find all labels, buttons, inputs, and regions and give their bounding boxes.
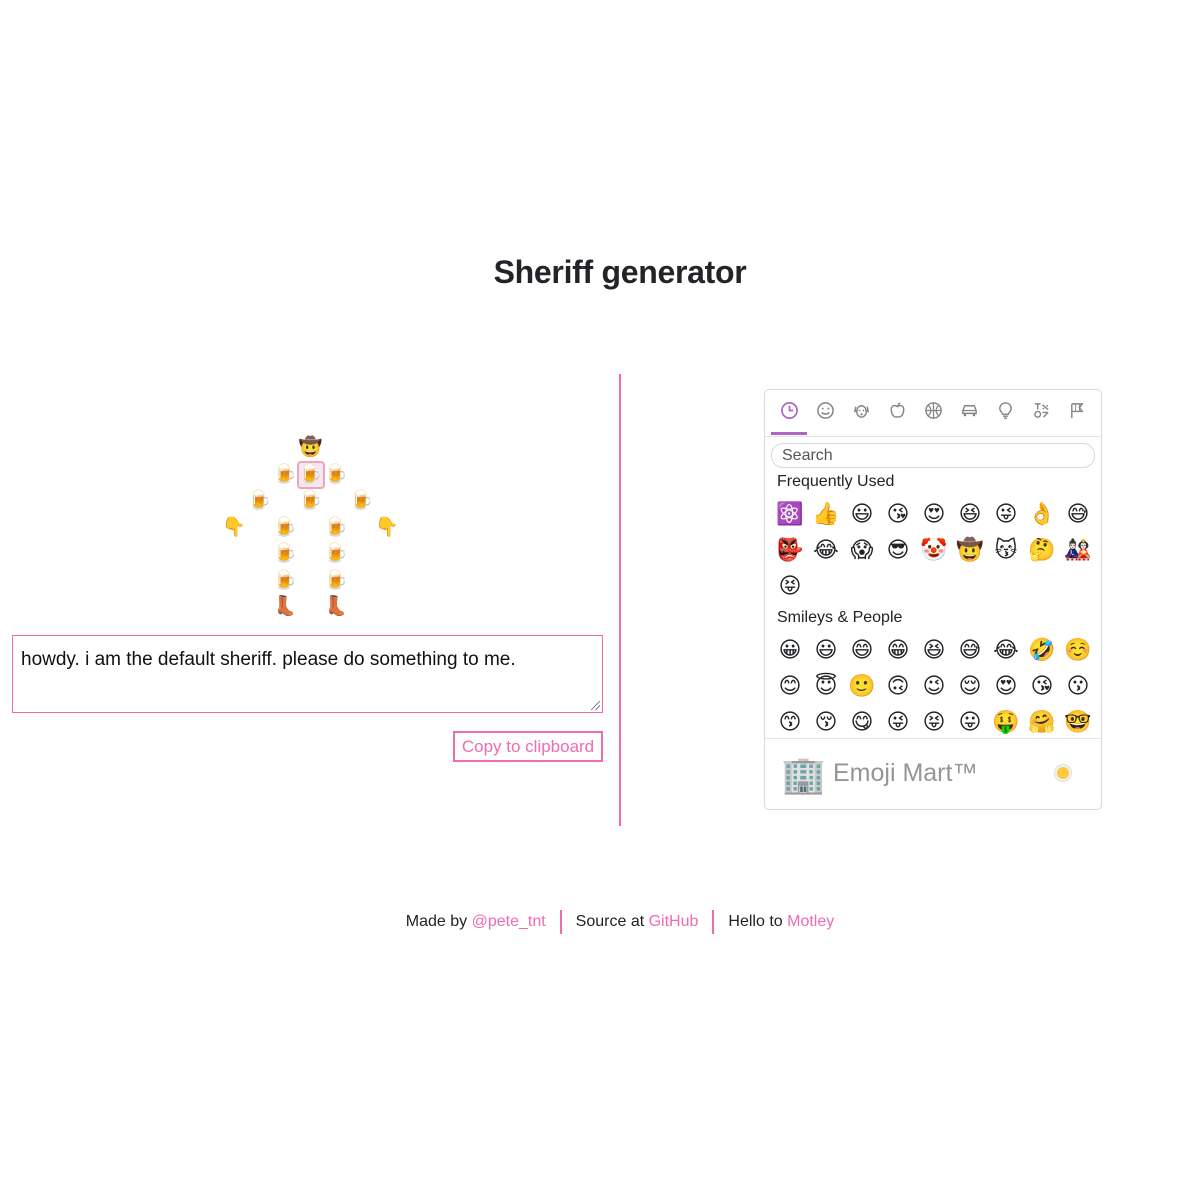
symbols-icon[interactable]	[1030, 401, 1052, 423]
emoji-option[interactable]: 😝	[916, 704, 952, 740]
emoji-option[interactable]: ⚛️	[772, 496, 808, 532]
emoji-option[interactable]: 😇	[808, 668, 844, 704]
emoji-option[interactable]: 😜	[880, 704, 916, 740]
sheriff-body-cell: 🍺	[349, 490, 374, 511]
copy-to-clipboard-button[interactable]: Copy to clipboard	[453, 731, 603, 762]
emoji-option[interactable]: 🤓	[1060, 704, 1096, 740]
emoji-option[interactable]: 🎎	[1060, 532, 1096, 568]
picker-preview: 🏢 Emoji Mart™	[765, 738, 1101, 809]
clock-icon[interactable]	[778, 401, 800, 423]
sheriff-body-cell: 🍺	[298, 490, 323, 511]
frequently-used-title: Frequently Used	[777, 473, 895, 490]
emoji-option[interactable]: 😃	[808, 632, 844, 668]
resize-grip-icon[interactable]	[591, 701, 600, 710]
footer-made-by: Made by @pete_tnt	[392, 913, 560, 931]
emoji-option[interactable]: 😂	[988, 632, 1024, 668]
objects-icon[interactable]	[994, 401, 1016, 423]
sheriff-body-cell: 🍺	[273, 569, 297, 591]
active-category-indicator	[771, 432, 807, 435]
emoji-option[interactable]: 😝	[772, 568, 808, 604]
emoji-option[interactable]: 🤔	[1024, 532, 1060, 568]
skin-tone-selector[interactable]	[1055, 765, 1071, 781]
footer-source: Source at GitHub	[562, 913, 713, 931]
sheriff-boot-left: 👢	[273, 596, 297, 617]
emoji-option[interactable]: 😚	[808, 704, 844, 740]
emoji-option[interactable]: 👌	[1024, 496, 1060, 532]
emoji-option[interactable]: 😀	[772, 632, 808, 668]
preview-name: Emoji Mart™	[833, 759, 978, 787]
smileys-people-title: Smileys & People	[777, 609, 903, 626]
column-divider	[619, 374, 621, 826]
food-icon[interactable]	[886, 401, 908, 423]
emoji-option[interactable]: 🤗	[1024, 704, 1060, 740]
activity-icon[interactable]	[922, 401, 944, 423]
sheriff-hand-left: 👇	[222, 516, 246, 538]
sheriff-boot-right: 👢	[324, 596, 348, 617]
sheriff-text-input[interactable]	[12, 635, 603, 713]
sheriff-body-cell: 🍺	[324, 516, 348, 538]
emoji-option[interactable]: 😎	[880, 532, 916, 568]
emoji-option[interactable]: 😍	[916, 496, 952, 532]
flags-icon[interactable]	[1066, 401, 1088, 423]
site-footer: Made by @pete_tnt Source at GitHub Hello…	[0, 910, 1200, 934]
emoji-option[interactable]: 😱	[844, 532, 880, 568]
sheriff-hat: 🤠	[298, 437, 323, 458]
emoji-option[interactable]: 👺	[772, 532, 808, 568]
emoji-option[interactable]: 🤑	[988, 704, 1024, 740]
sheriff-body-cell: 🍺	[324, 463, 348, 485]
footer-hello: Hello to Motley	[714, 913, 848, 931]
emoji-option[interactable]: 😃	[844, 496, 880, 532]
smiley-icon[interactable]	[814, 401, 836, 423]
emoji-option[interactable]: 🙂	[844, 668, 880, 704]
emoji-option[interactable]: 😍	[988, 668, 1024, 704]
preview-emoji: 🏢	[781, 754, 826, 795]
emoji-option[interactable]: 😂	[808, 532, 844, 568]
sheriff-body-cell: 🍺	[273, 516, 297, 538]
category-bar	[765, 390, 1101, 437]
sheriff-body-cell: 🍺	[296, 460, 325, 489]
search-input[interactable]	[771, 443, 1095, 468]
emoji-picker: Frequently Used ⚛️👍😃😘😍😆😜👌😅👺😂😱😎🤡🤠😽🤔🎎😝 Smi…	[764, 389, 1102, 810]
emoji-option[interactable]: 😗	[1060, 668, 1096, 704]
emoji-option[interactable]: 🤡	[916, 532, 952, 568]
travel-icon[interactable]	[958, 401, 980, 423]
sheriff-figure: 🤠 🍺 🍺 🍺 🍺 🍺 🍺 👇 🍺 🍺 👇 🍺 🍺 🍺 🍺 👢 👢	[222, 436, 402, 626]
github-link[interactable]: GitHub	[649, 913, 699, 930]
sheriff-body-cell: 🍺	[324, 569, 348, 591]
made-by-prefix: Made by	[405, 913, 468, 931]
emoji-option[interactable]: 😉	[916, 668, 952, 704]
emoji-option[interactable]: 👍	[808, 496, 844, 532]
emoji-option[interactable]: 😆	[952, 496, 988, 532]
emoji-option[interactable]: 😜	[988, 496, 1024, 532]
emoji-option[interactable]: 😘	[1024, 668, 1060, 704]
sheriff-body-cell: 🍺	[324, 543, 348, 564]
emoji-option[interactable]: 😙	[772, 704, 808, 740]
emoji-option[interactable]: 🤠	[952, 532, 988, 568]
emoji-option[interactable]: ☺️	[1060, 632, 1096, 668]
page-title: Sheriff generator	[493, 254, 747, 290]
animal-icon[interactable]	[850, 401, 872, 423]
emoji-option[interactable]: 😛	[952, 704, 988, 740]
emoji-option[interactable]: 😅	[952, 632, 988, 668]
emoji-option[interactable]: 😽	[988, 532, 1024, 568]
emoji-option[interactable]: 😊	[772, 668, 808, 704]
emoji-option[interactable]: 😆	[916, 632, 952, 668]
emoji-option[interactable]: 😄	[844, 632, 880, 668]
emoji-option[interactable]: 😅	[1060, 496, 1096, 532]
emoji-option[interactable]: 🙃	[880, 668, 916, 704]
emoji-option[interactable]: 😋	[844, 704, 880, 740]
source-prefix: Source at	[575, 913, 645, 931]
emoji-option[interactable]: 😘	[880, 496, 916, 532]
sheriff-body-cell: 🍺	[273, 463, 297, 485]
emoji-option[interactable]: 🤣	[1024, 632, 1060, 668]
motley-link[interactable]: Motley	[787, 913, 834, 930]
sheriff-hand-right: 👇	[375, 516, 399, 538]
emoji-option[interactable]: 😌	[952, 668, 988, 704]
sheriff-body-cell: 🍺	[247, 490, 272, 511]
twitter-link[interactable]: @pete_tnt	[472, 913, 546, 930]
emoji-option[interactable]: 😁	[880, 632, 916, 668]
sheriff-body-cell: 🍺	[273, 543, 297, 564]
hello-prefix: Hello to	[728, 913, 783, 931]
